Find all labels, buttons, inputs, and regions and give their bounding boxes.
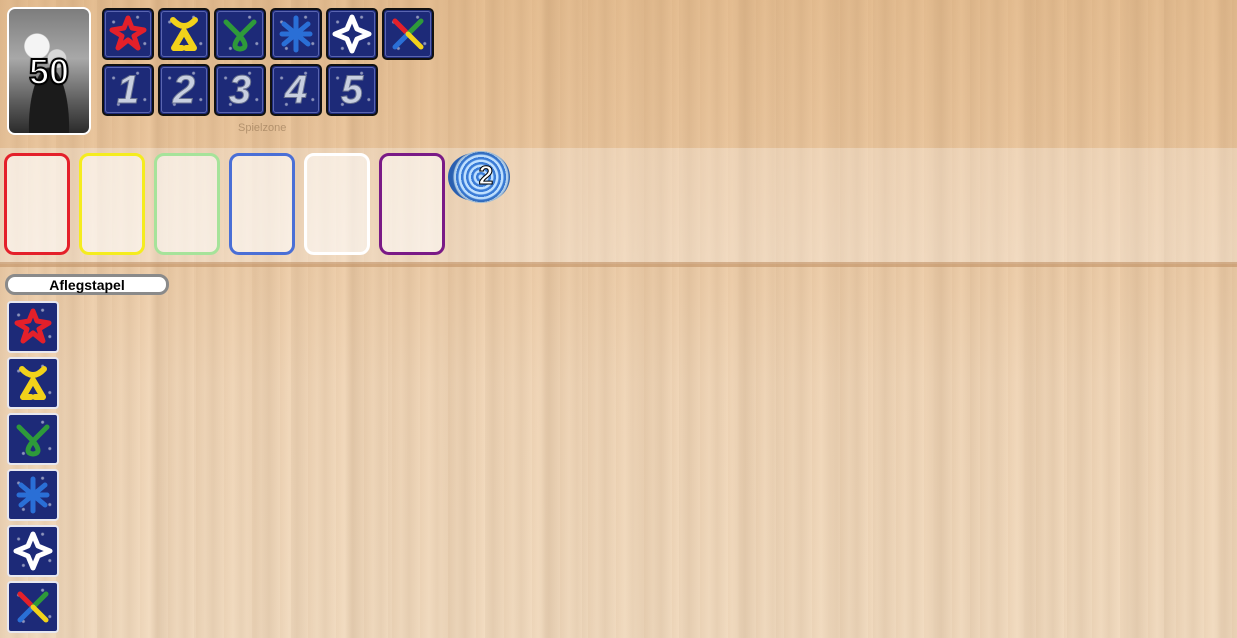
blue-star-icon [16, 476, 50, 514]
hint-token-count: 2 [478, 160, 494, 191]
deck-count: 50 [28, 50, 70, 93]
number-card-2[interactable]: 2 [158, 64, 210, 116]
number-label: 1 [116, 67, 140, 112]
green-loop-card[interactable] [214, 8, 266, 60]
discard-blue-card[interactable] [7, 469, 59, 521]
stack-area-divider [0, 262, 1237, 267]
discard-green-card[interactable] [7, 413, 59, 465]
multicolor-x-card[interactable] [382, 8, 434, 60]
number-label: 5 [340, 67, 364, 112]
draw-deck[interactable]: 50 [7, 7, 91, 135]
green-stack-slot[interactable] [154, 153, 220, 255]
multicolor-stack-slot[interactable] [379, 153, 445, 255]
number-label: 3 [228, 67, 252, 112]
yellow-x-icon [170, 17, 198, 51]
number-card-4[interactable]: 4 [270, 64, 322, 116]
blue-star-icon [279, 15, 313, 53]
discard-pile-label: Aflegstapel [5, 274, 169, 295]
multicolor-x-icon [17, 591, 49, 623]
red-shuriken-card[interactable] [102, 8, 154, 60]
discard-yellow-card[interactable] [7, 357, 59, 409]
white-star-icon [332, 14, 372, 54]
white-star-icon [13, 531, 53, 571]
green-loop-icon [16, 424, 50, 457]
number-label: 2 [172, 67, 196, 112]
number-card-5[interactable]: 5 [326, 64, 378, 116]
number-card-1[interactable]: 1 [102, 64, 154, 116]
blue-stack-slot[interactable] [229, 153, 295, 255]
yellow-x-icon [19, 366, 47, 400]
blue-star-card[interactable] [270, 8, 322, 60]
red-stack-slot[interactable] [4, 153, 70, 255]
number-card-3[interactable]: 3 [214, 64, 266, 116]
deck-artwork: 50 [9, 9, 89, 133]
multicolor-x-icon [392, 18, 424, 50]
discard-white-card[interactable] [7, 525, 59, 577]
discard-multicolor-card[interactable] [7, 581, 59, 633]
green-loop-icon [223, 19, 257, 52]
yellow-x-card[interactable] [158, 8, 210, 60]
white-star-card[interactable] [326, 8, 378, 60]
red-shuriken-icon [14, 308, 52, 344]
red-shuriken-icon [109, 15, 147, 51]
white-stack-slot[interactable] [304, 153, 370, 255]
play-zone-label: Spielzone [238, 122, 287, 134]
yellow-stack-slot[interactable] [79, 153, 145, 255]
discard-red-card[interactable] [7, 301, 59, 353]
number-label: 4 [284, 67, 308, 112]
